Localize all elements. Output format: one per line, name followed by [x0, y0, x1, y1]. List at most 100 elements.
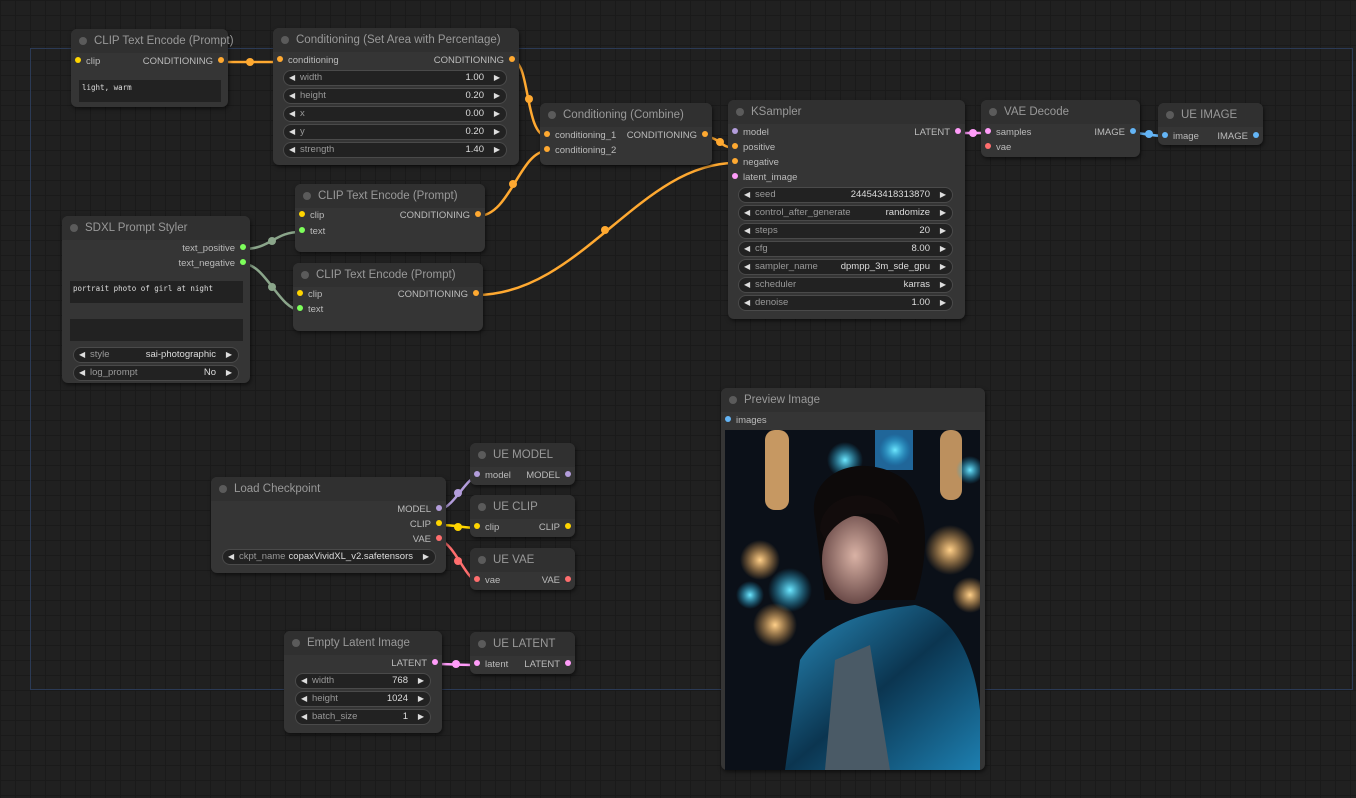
widget-control-after-generate[interactable]: ◀ control_after_generate randomize ▶ — [738, 205, 953, 221]
increment-arrow-icon[interactable]: ▶ — [226, 348, 232, 362]
node-title[interactable]: Preview Image — [721, 388, 985, 412]
decrement-arrow-icon[interactable]: ◀ — [228, 550, 234, 564]
increment-arrow-icon[interactable]: ▶ — [940, 260, 946, 274]
pin-string-icon[interactable] — [240, 259, 246, 266]
input-latent-image[interactable]: latent_image — [732, 171, 797, 185]
increment-arrow-icon[interactable]: ▶ — [423, 550, 429, 564]
widget-width[interactable]: ◀ width 1.00 ▶ — [283, 70, 507, 86]
pin-clip-icon[interactable] — [474, 523, 480, 530]
node-load-checkpoint[interactable]: Load Checkpoint MODEL CLIP VAE ◀ ckpt_nam… — [211, 477, 446, 573]
node-conditioning-combine[interactable]: Conditioning (Combine) conditioning_1 co… — [540, 103, 712, 165]
widget-scheduler[interactable]: ◀ scheduler karras ▶ — [738, 277, 953, 293]
decrement-arrow-icon[interactable]: ◀ — [744, 260, 750, 274]
node-title[interactable]: VAE Decode — [981, 100, 1140, 124]
output-vae[interactable]: VAE — [413, 533, 442, 547]
widget-height[interactable]: ◀ height 0.20 ▶ — [283, 88, 507, 104]
node-clip-text-encode-top[interactable]: CLIP Text Encode (Prompt) clip CONDITION… — [71, 29, 234, 107]
collapse-dot-icon[interactable] — [70, 224, 78, 232]
increment-arrow-icon[interactable]: ▶ — [940, 296, 946, 310]
decrement-arrow-icon[interactable]: ◀ — [744, 188, 750, 202]
pin-image-icon[interactable] — [725, 416, 731, 423]
input-clip[interactable]: clip — [297, 288, 322, 302]
collapse-dot-icon[interactable] — [478, 556, 486, 564]
node-vae-decode[interactable]: VAE Decode samples vae IMAGE — [981, 100, 1140, 157]
node-title[interactable]: Conditioning (Set Area with Percentage) — [273, 28, 519, 52]
pin-clip-icon[interactable] — [299, 211, 305, 218]
node-title[interactable]: CLIP Text Encode (Prompt) — [71, 29, 234, 53]
pin-clip-icon[interactable] — [565, 523, 571, 530]
pin-latent-icon[interactable] — [732, 173, 738, 180]
input-text[interactable]: text — [299, 225, 325, 239]
collapse-dot-icon[interactable] — [729, 396, 737, 404]
decrement-arrow-icon[interactable]: ◀ — [744, 224, 750, 238]
widget-y[interactable]: ◀ y 0.20 ▶ — [283, 124, 507, 140]
decrement-arrow-icon[interactable]: ◀ — [289, 107, 295, 121]
decrement-arrow-icon[interactable]: ◀ — [289, 125, 295, 139]
node-title[interactable]: KSampler — [728, 100, 965, 124]
decrement-arrow-icon[interactable]: ◀ — [744, 278, 750, 292]
widget-style[interactable]: ◀ style sai-photographic ▶ — [73, 347, 239, 363]
increment-arrow-icon[interactable]: ▶ — [494, 107, 500, 121]
output-clip[interactable]: CLIP — [539, 521, 571, 535]
widget-denoise[interactable]: ◀ denoise 1.00 ▶ — [738, 295, 953, 311]
output-text-positive[interactable]: text_positive — [182, 242, 246, 256]
pin-string-icon[interactable] — [240, 244, 246, 251]
pin-vae-icon[interactable] — [985, 143, 991, 150]
collapse-dot-icon[interactable] — [989, 108, 997, 116]
pin-model-icon[interactable] — [474, 471, 480, 478]
pin-latent-icon[interactable] — [985, 128, 991, 135]
widget-ckpt-name[interactable]: ◀ ckpt_name copaxVividXL_v2.safetensors ▶ — [222, 549, 436, 565]
node-conditioning-set-area[interactable]: Conditioning (Set Area with Percentage) … — [273, 28, 519, 165]
node-title[interactable]: UE MODEL — [470, 443, 575, 467]
increment-arrow-icon[interactable]: ▶ — [940, 278, 946, 292]
node-empty-latent-image[interactable]: Empty Latent Image LATENT ◀ width 768 ▶ ◀ he… — [284, 631, 442, 733]
decrement-arrow-icon[interactable]: ◀ — [79, 348, 85, 362]
node-title[interactable]: UE LATENT — [470, 632, 575, 656]
widget-steps[interactable]: ◀ steps 20 ▶ — [738, 223, 953, 239]
decrement-arrow-icon[interactable]: ◀ — [289, 143, 295, 157]
pin-conditioning-icon[interactable] — [732, 158, 738, 165]
input-conditioning[interactable]: conditioning — [277, 54, 339, 68]
pin-clip-icon[interactable] — [297, 290, 303, 297]
widget-height[interactable]: ◀ height 1024 ▶ — [295, 691, 431, 707]
node-title[interactable]: CLIP Text Encode (Prompt) — [295, 184, 485, 208]
pin-conditioning-icon[interactable] — [544, 131, 550, 138]
output-image[interactable]: IMAGE — [1217, 130, 1259, 144]
pin-model-icon[interactable] — [565, 471, 571, 478]
pin-conditioning-icon[interactable] — [509, 56, 515, 63]
input-vae[interactable]: vae — [985, 141, 1011, 155]
collapse-dot-icon[interactable] — [478, 640, 486, 648]
pin-clip-icon[interactable] — [75, 57, 81, 64]
output-vae[interactable]: VAE — [542, 574, 571, 588]
output-latent[interactable]: LATENT — [914, 126, 961, 140]
increment-arrow-icon[interactable]: ▶ — [940, 188, 946, 202]
pin-string-icon[interactable] — [299, 227, 305, 234]
pin-vae-icon[interactable] — [436, 535, 442, 542]
pin-model-icon[interactable] — [436, 505, 442, 512]
node-title[interactable]: CLIP Text Encode (Prompt) — [293, 263, 483, 287]
output-conditioning[interactable]: CONDITIONING — [434, 54, 515, 68]
node-clip-text-encode-negative[interactable]: CLIP Text Encode (Prompt) clip text COND… — [293, 263, 483, 331]
pin-latent-icon[interactable] — [432, 659, 438, 666]
collapse-dot-icon[interactable] — [1166, 111, 1174, 119]
pin-conditioning-icon[interactable] — [218, 57, 224, 64]
pin-image-icon[interactable] — [1130, 128, 1136, 135]
widget-cfg[interactable]: ◀ cfg 8.00 ▶ — [738, 241, 953, 257]
pin-vae-icon[interactable] — [565, 576, 571, 583]
collapse-dot-icon[interactable] — [301, 271, 309, 279]
preview-image[interactable] — [725, 430, 980, 770]
output-image[interactable]: IMAGE — [1094, 126, 1136, 140]
input-clip[interactable]: clip — [75, 55, 100, 69]
widget-x[interactable]: ◀ x 0.00 ▶ — [283, 106, 507, 122]
text-negative-textarea[interactable] — [70, 319, 243, 341]
input-text[interactable]: text — [297, 303, 323, 317]
input-negative[interactable]: negative — [732, 156, 779, 170]
increment-arrow-icon[interactable]: ▶ — [418, 674, 424, 688]
collapse-dot-icon[interactable] — [478, 451, 486, 459]
widget-sampler-name[interactable]: ◀ sampler_name dpmpp_3m_sde_gpu ▶ — [738, 259, 953, 275]
decrement-arrow-icon[interactable]: ◀ — [301, 674, 307, 688]
input-positive[interactable]: positive — [732, 141, 775, 155]
node-title[interactable]: UE IMAGE — [1158, 103, 1263, 127]
node-ue-clip[interactable]: UE CLIP clip CLIP — [470, 495, 575, 537]
widget-strength[interactable]: ◀ strength 1.40 ▶ — [283, 142, 507, 158]
